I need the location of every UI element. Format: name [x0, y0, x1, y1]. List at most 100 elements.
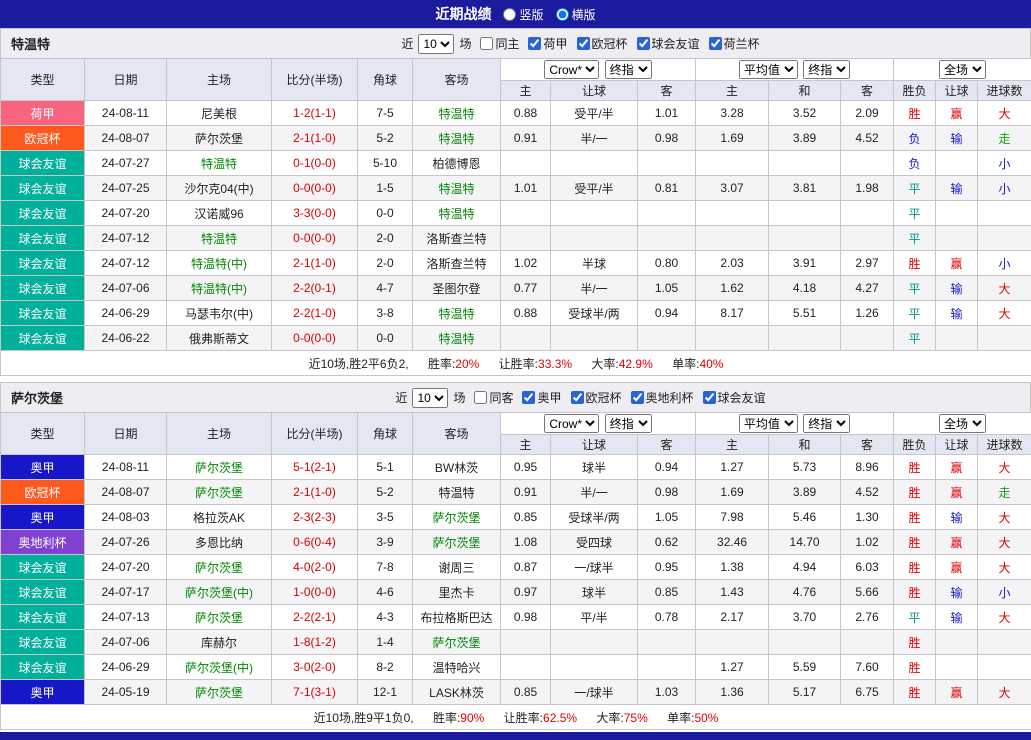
match-date: 24-08-07	[85, 480, 167, 505]
horizontal-layout-radio[interactable]	[556, 8, 569, 21]
league-filter-checkbox[interactable]: 欧冠杯	[571, 389, 622, 406]
match-score: 4-0(2-0)	[272, 555, 358, 580]
odds-home: 0.87	[501, 555, 551, 580]
away-team-link[interactable]: 圣图尔登	[413, 276, 501, 301]
home-team-link[interactable]: 萨尔茨堡(中)	[167, 655, 272, 680]
average-select-group: 平均值 终指	[696, 59, 894, 81]
away-team-link[interactable]: LASK林茨	[413, 680, 501, 705]
away-team-link[interactable]: BW林茨	[413, 455, 501, 480]
match-row: 球会友谊 24-07-17 萨尔茨堡(中) 1-0(0-0) 4-6 里杰卡 0…	[1, 580, 1031, 605]
average-select[interactable]: 平均值	[739, 60, 798, 79]
result-goals: 大	[978, 680, 1031, 705]
league-checkbox[interactable]	[703, 391, 716, 404]
home-team-link[interactable]: 萨尔茨堡	[167, 555, 272, 580]
home-team-link[interactable]: 格拉茨AK	[167, 505, 272, 530]
away-team-link[interactable]: 萨尔茨堡	[413, 505, 501, 530]
result-outcome: 胜	[894, 480, 936, 505]
home-team-link[interactable]: 特温特	[167, 226, 272, 251]
result-handicap: 输	[936, 276, 978, 301]
match-row: 球会友谊 24-07-12 特温特 0-0(0-0) 2-0 洛斯查兰特 平	[1, 226, 1031, 251]
vertical-layout-radio[interactable]	[503, 8, 516, 21]
league-filter-checkbox[interactable]: 奥甲	[522, 389, 561, 406]
away-team-link[interactable]: 萨尔茨堡	[413, 530, 501, 555]
league-filter-checkbox[interactable]: 球会友谊	[703, 389, 766, 406]
odds-away: 0.81	[638, 176, 696, 201]
away-team-link[interactable]: 特温特	[413, 126, 501, 151]
match-date: 24-06-22	[85, 326, 167, 351]
home-team-link[interactable]: 萨尔茨堡	[167, 480, 272, 505]
match-score: 2-1(1-0)	[272, 251, 358, 276]
average-time-select[interactable]: 终指	[803, 60, 850, 79]
away-team-link[interactable]: 柏德博恩	[413, 151, 501, 176]
league-filter-checkbox[interactable]: 欧冠杯	[577, 35, 628, 52]
home-team-link[interactable]: 萨尔茨堡	[167, 605, 272, 630]
match-date: 24-06-29	[85, 655, 167, 680]
home-team-link[interactable]: 萨尔茨堡	[167, 126, 272, 151]
avg-odds-draw: 5.73	[769, 455, 841, 480]
home-team-link[interactable]: 马瑟韦尔(中)	[167, 301, 272, 326]
home-team-link[interactable]: 萨尔茨堡	[167, 680, 272, 705]
match-count-select[interactable]: 10	[412, 388, 448, 408]
corner-score: 4-3	[358, 605, 413, 630]
league-filter-checkbox[interactable]: 荷甲	[528, 35, 567, 52]
league-checkbox[interactable]	[577, 37, 590, 50]
home-team-link[interactable]: 尼美根	[167, 101, 272, 126]
result-goals: 走	[978, 126, 1031, 151]
away-team-link[interactable]: 里杰卡	[413, 580, 501, 605]
match-row: 球会友谊 24-07-06 库赫尔 1-8(1-2) 1-4 萨尔茨堡 胜	[1, 630, 1031, 655]
home-team-link[interactable]: 特温特(中)	[167, 251, 272, 276]
average-time-select[interactable]: 终指	[803, 414, 850, 433]
away-team-link[interactable]: 萨尔茨堡	[413, 630, 501, 655]
odds-home: 0.85	[501, 680, 551, 705]
home-team-link[interactable]: 萨尔茨堡(中)	[167, 580, 272, 605]
league-checkbox[interactable]	[637, 37, 650, 50]
away-team-link[interactable]: 洛斯查兰特	[413, 226, 501, 251]
away-team-link[interactable]: 布拉格斯巴达	[413, 605, 501, 630]
home-team-link[interactable]: 俄弗斯蒂文	[167, 326, 272, 351]
away-team-link[interactable]: 特温特	[413, 176, 501, 201]
away-team-link[interactable]: 温特哈兴	[413, 655, 501, 680]
league-filter-checkbox[interactable]: 球会友谊	[637, 35, 700, 52]
odds-company-select[interactable]: Crow*	[544, 414, 599, 433]
scope-select[interactable]: 全场	[939, 60, 986, 79]
home-team-link[interactable]: 库赫尔	[167, 630, 272, 655]
same-venue-checkbox[interactable]	[474, 391, 487, 404]
league-checkbox[interactable]	[709, 37, 722, 50]
away-team-link[interactable]: 特温特	[413, 301, 501, 326]
avg-odds-draw: 5.59	[769, 655, 841, 680]
league-badge: 球会友谊	[1, 176, 85, 201]
odds-time-select[interactable]: 终指	[605, 414, 652, 433]
layout-option-vertical[interactable]: 竖版	[503, 6, 543, 23]
odds-company-select[interactable]: Crow*	[544, 60, 599, 79]
home-team-link[interactable]: 萨尔茨堡	[167, 455, 272, 480]
league-badge: 球会友谊	[1, 605, 85, 630]
league-checkbox[interactable]	[631, 391, 644, 404]
match-score: 1-2(1-1)	[272, 101, 358, 126]
same-venue-checkbox[interactable]	[480, 37, 493, 50]
league-checkbox[interactable]	[571, 391, 584, 404]
same-venue-filter[interactable]: 同主	[480, 35, 519, 52]
home-team-link[interactable]: 特温特(中)	[167, 276, 272, 301]
average-select[interactable]: 平均值	[739, 414, 798, 433]
league-checkbox[interactable]	[528, 37, 541, 50]
away-team-link[interactable]: 洛斯查兰特	[413, 251, 501, 276]
home-team-link[interactable]: 多恩比纳	[167, 530, 272, 555]
home-team-link[interactable]: 特温特	[167, 151, 272, 176]
away-team-link[interactable]: 谢周三	[413, 555, 501, 580]
match-rows: 奥甲 24-08-11 萨尔茨堡 5-1(2-1) 5-1 BW林茨 0.95 …	[1, 455, 1031, 705]
away-team-link[interactable]: 特温特	[413, 480, 501, 505]
scope-select[interactable]: 全场	[939, 414, 986, 433]
league-filter-checkbox[interactable]: 奥地利杯	[631, 389, 694, 406]
league-checkbox[interactable]	[522, 391, 535, 404]
match-count-select[interactable]: 10	[418, 34, 454, 54]
away-team-link[interactable]: 特温特	[413, 101, 501, 126]
odds-time-select[interactable]: 终指	[605, 60, 652, 79]
same-venue-filter[interactable]: 同客	[474, 389, 513, 406]
layout-option-horizontal[interactable]: 横版	[556, 6, 596, 23]
league-filter-checkbox[interactable]: 荷兰杯	[709, 35, 760, 52]
home-team-link[interactable]: 沙尔克04(中)	[167, 176, 272, 201]
away-team-link[interactable]: 特温特	[413, 326, 501, 351]
away-team-link[interactable]: 特温特	[413, 201, 501, 226]
home-team-link[interactable]: 汉诺威96	[167, 201, 272, 226]
corner-score: 2-0	[358, 251, 413, 276]
